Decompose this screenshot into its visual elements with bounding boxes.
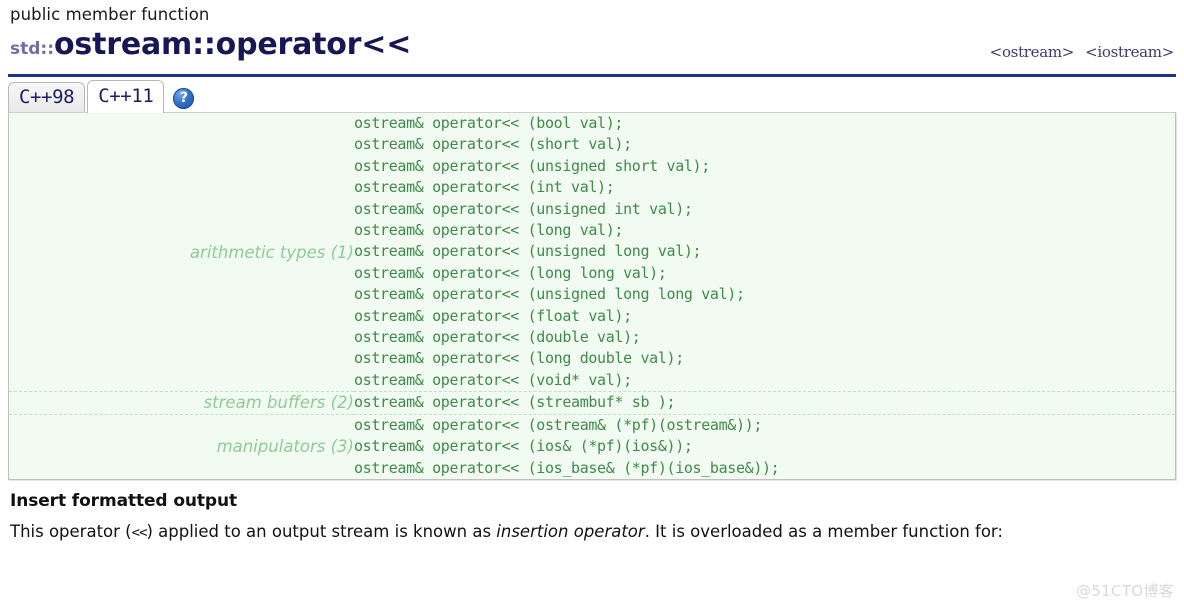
description-emphasis: insertion operator	[496, 521, 645, 541]
prototype-table: arithmetic types (1) ostream& operator<<…	[9, 113, 1175, 479]
description-paragraph: This operator (<<) applied to an output …	[10, 520, 1160, 545]
signature-line: ostream& operator<< (bool val);	[354, 114, 624, 132]
description-text-part2: ) applied to an output stream is known a…	[146, 521, 497, 541]
group-label-arithmetic-types: arithmetic types (1)	[189, 242, 354, 262]
description-text-part1: This operator (	[10, 521, 132, 541]
description-heading: Insert formatted output	[10, 490, 238, 511]
signature-line: ostream& operator<< (streambuf* sb );	[354, 393, 676, 412]
header-divider-rule	[8, 74, 1176, 77]
description-section: Insert formatted output This operator (<…	[10, 490, 1174, 545]
title-row: std::ostream::operator<< <ostream> <iost…	[10, 28, 1174, 66]
tab-cpp11[interactable]: C++11	[87, 80, 165, 113]
signature-line: ostream& operator<< (float val);	[354, 306, 632, 325]
signature-line: ostream& operator<< (long val);	[354, 221, 624, 240]
signature-line: ostream& operator<< (long double val);	[354, 349, 684, 368]
signature-line: ostream& operator<< (ios_base& (*pf)(ios…	[354, 458, 780, 477]
prototype-group-manipulators: manipulators (3) ostream& operator<< (os…	[9, 413, 1175, 479]
group-signatures-arithmetic-types: ostream& operator<< (bool val); ostream&…	[354, 113, 1175, 392]
signature-line: ostream& operator<< (unsigned int val);	[354, 199, 693, 218]
insertion-operator-symbol: <<	[131, 524, 148, 541]
site-watermark: @51CTO博客	[1076, 582, 1174, 600]
signature-line: ostream& operator<< (ios& (*pf)(ios&));	[354, 437, 693, 456]
prototype-box: arithmetic types (1) ostream& operator<<…	[8, 112, 1176, 480]
signature-line: ostream& operator<< (double val);	[354, 328, 641, 347]
group-signatures-manipulators: ostream& operator<< (ostream& (*pf)(ostr…	[354, 413, 1175, 479]
signature-line: ostream& operator<< (unsigned long val);	[354, 242, 702, 261]
prototype-group-arithmetic-types: arithmetic types (1) ostream& operator<<…	[9, 113, 1175, 392]
signature-line: ostream& operator<< (ostream& (*pf)(ostr…	[354, 415, 762, 434]
signature-line: ostream& operator<< (int val);	[354, 178, 615, 197]
help-circle-icon[interactable]: ?	[173, 88, 195, 109]
signature-line: ostream& operator<< (unsigned short val)…	[354, 156, 710, 175]
function-kind-label: public member function	[10, 5, 210, 24]
header-link-iostream[interactable]: <iostream>	[1085, 43, 1174, 61]
page-title: std::ostream::operator<<	[10, 28, 411, 66]
header-link-ostream[interactable]: <ostream>	[990, 43, 1075, 61]
header-include-links: <ostream> <iostream>	[990, 43, 1175, 66]
page-header: public member function std::ostream::ope…	[0, 0, 1184, 66]
group-signatures-stream-buffers: ostream& operator<< (streambuf* sb );	[354, 391, 1175, 415]
description-text-part3: . It is overloaded as a member function …	[644, 521, 1003, 541]
group-label-manipulators: manipulators (3)	[9, 413, 354, 479]
signature-line: ostream& operator<< (unsigned long long …	[354, 285, 745, 304]
tab-cpp98[interactable]: C++98	[8, 82, 86, 113]
group-label-stream-buffers: stream buffers (2)	[9, 391, 354, 415]
standard-version-tabbar: C++98 C++11 ?	[8, 80, 1176, 113]
signature-line: ostream& operator<< (long long val);	[354, 263, 667, 282]
page-title-text: ostream::operator<<	[54, 27, 412, 62]
prototype-group-stream-buffers: stream buffers (2) ostream& operator<< (…	[9, 391, 1175, 415]
namespace-prefix: std::	[10, 39, 55, 59]
signature-line: ostream& operator<< (short val);	[354, 135, 632, 154]
signature-line: ostream& operator<< (void* val);	[354, 370, 632, 389]
